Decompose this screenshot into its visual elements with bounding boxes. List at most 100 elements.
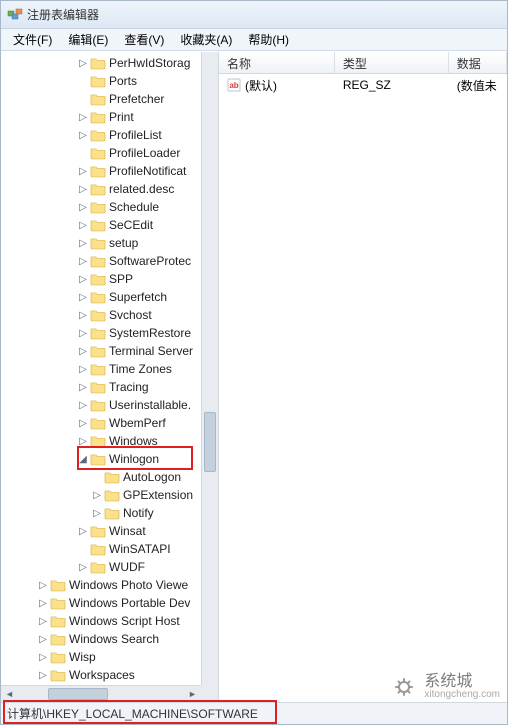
scroll-right-arrow[interactable]: ► — [184, 686, 201, 702]
tree-item[interactable]: ▷ Windows — [1, 432, 201, 450]
expand-icon[interactable]: ▷ — [77, 310, 89, 321]
expand-icon[interactable]: ▷ — [77, 274, 89, 285]
expand-icon[interactable]: ▷ — [77, 256, 89, 267]
menu-file[interactable]: 文件(F) — [5, 29, 60, 50]
expand-icon[interactable]: ▷ — [77, 202, 89, 213]
tree-item[interactable]: ▷Superfetch — [1, 288, 201, 306]
tree-item[interactable]: ▷Windows Script Host — [1, 612, 201, 630]
expand-icon[interactable]: ▷ — [77, 364, 89, 375]
expand-icon[interactable]: ▷ — [37, 580, 49, 591]
expand-icon[interactable]: ▷ — [77, 220, 89, 231]
expand-icon[interactable]: ▷ — [77, 400, 89, 411]
tree-item[interactable]: ▷setup — [1, 234, 201, 252]
value-data-cell: (数值未 — [449, 77, 507, 94]
value-row[interactable]: ab(默认)REG_SZ(数值未 — [219, 76, 507, 94]
expand-icon[interactable]: ▷ — [77, 418, 89, 429]
tree-item[interactable]: ▷Userinstallable. — [1, 396, 201, 414]
expand-icon[interactable]: ▷ — [77, 130, 89, 141]
tree-item[interactable]: ▷Ports — [1, 72, 201, 90]
menu-help[interactable]: 帮助(H) — [240, 29, 297, 50]
tree-item[interactable]: ◢ Winlogon — [1, 450, 201, 468]
tree-item-label: ProfileNotificat — [109, 164, 190, 178]
vertical-scrollbar[interactable] — [201, 52, 218, 685]
tree-item[interactable]: ▷ Winsat — [1, 522, 201, 540]
expand-icon[interactable]: ▷ — [77, 184, 89, 195]
registry-editor-window: 注册表编辑器 文件(F) 编辑(E) 查看(V) 收藏夹(A) 帮助(H) ▷P… — [0, 0, 508, 725]
menu-edit[interactable]: 编辑(E) — [60, 29, 116, 50]
expand-icon[interactable]: ▷ — [77, 562, 89, 573]
tree-item[interactable]: ▷Notify — [1, 504, 201, 522]
tree-item[interactable]: ▷AutoLogon — [1, 468, 201, 486]
expand-icon[interactable]: ▷ — [77, 112, 89, 123]
tree-item[interactable]: ▷Print — [1, 108, 201, 126]
expand-icon[interactable]: ▷ — [77, 382, 89, 393]
tree-item[interactable]: ▷ Windows Photo Viewe — [1, 576, 201, 594]
expand-icon[interactable]: ▷ — [77, 346, 89, 357]
tree-scroll-area[interactable]: ▷PerHwIdStorag▷Ports▷Prefetcher▷Print▷Pr… — [1, 52, 201, 685]
tree-item[interactable]: ▷PerHwIdStorag — [1, 54, 201, 72]
scrollbar-thumb[interactable] — [204, 412, 216, 472]
tree-item-label: Windows Photo Viewe — [69, 578, 192, 592]
statusbar: 计算机\HKEY_LOCAL_MACHINE\SOFTWARE — [1, 702, 507, 724]
tree-item-label: Winlogon — [109, 452, 163, 466]
expand-icon[interactable]: ▷ — [91, 508, 103, 519]
tree-item[interactable]: ▷SoftwareProtec — [1, 252, 201, 270]
expand-icon[interactable]: ▷ — [37, 616, 49, 627]
tree-item[interactable]: ▷Svchost — [1, 306, 201, 324]
tree-item[interactable]: ▷WbemPerf — [1, 414, 201, 432]
expand-icon[interactable]: ▷ — [37, 598, 49, 609]
tree-item[interactable]: ▷WinSATAPI — [1, 540, 201, 558]
tree-item[interactable]: ▷SystemRestore — [1, 324, 201, 342]
value-type-cell: REG_SZ — [335, 78, 449, 92]
expand-icon[interactable]: ▷ — [91, 490, 103, 501]
horizontal-scrollbar[interactable]: ◄ ► — [1, 685, 201, 702]
tree-item-label: Windows — [109, 434, 162, 448]
tree-item[interactable]: ▷Windows Search — [1, 630, 201, 648]
tree-item-label: Wisp — [69, 650, 100, 664]
tree-item[interactable]: ▷ Time Zones — [1, 360, 201, 378]
tree-item[interactable]: ▷SPP — [1, 270, 201, 288]
tree-item-label: related.desc — [109, 182, 178, 196]
scroll-left-arrow[interactable]: ◄ — [1, 686, 18, 702]
collapse-icon[interactable]: ◢ — [77, 454, 89, 465]
tree-item-label: ProfileList — [109, 128, 166, 142]
expand-icon[interactable]: ▷ — [37, 652, 49, 663]
tree-item-label: Winsat — [109, 524, 150, 538]
tree-item[interactable]: ▷Windows Portable Dev — [1, 594, 201, 612]
tree-item[interactable]: ▷Workspaces — [1, 666, 201, 684]
tree-item-label: Schedule — [109, 200, 163, 214]
col-data[interactable]: 数据 — [449, 52, 507, 73]
tree-item-label: Time Zones — [109, 362, 176, 376]
menu-favorites[interactable]: 收藏夹(A) — [172, 29, 240, 50]
tree-item[interactable]: ▷ Wisp — [1, 648, 201, 666]
tree-item[interactable]: ▷ Schedule — [1, 198, 201, 216]
expand-icon[interactable]: ▷ — [77, 58, 89, 69]
menu-view[interactable]: 查看(V) — [116, 29, 172, 50]
col-name[interactable]: 名称 — [219, 52, 335, 73]
expand-icon[interactable]: ▷ — [77, 436, 89, 447]
expand-icon[interactable]: ▷ — [77, 292, 89, 303]
tree-item[interactable]: ▷ProfileLoader — [1, 144, 201, 162]
expand-icon[interactable]: ▷ — [77, 526, 89, 537]
expand-icon[interactable]: ▷ — [77, 328, 89, 339]
tree-item[interactable]: ▷ ProfileList — [1, 126, 201, 144]
values-list[interactable]: ab(默认)REG_SZ(数值未 — [219, 74, 507, 96]
tree-item[interactable]: ▷Prefetcher — [1, 90, 201, 108]
tree-item[interactable]: ▷GPExtension — [1, 486, 201, 504]
tree-item[interactable]: ▷ ProfileNotificat — [1, 162, 201, 180]
expand-icon[interactable]: ▷ — [37, 634, 49, 645]
hscroll-thumb[interactable] — [48, 688, 108, 700]
expand-icon[interactable]: ▷ — [77, 166, 89, 177]
expand-icon[interactable]: ▷ — [37, 670, 49, 681]
tree-item[interactable]: ▷WUDF — [1, 558, 201, 576]
tree-item[interactable]: ▷ related.desc — [1, 180, 201, 198]
menubar: 文件(F) 编辑(E) 查看(V) 收藏夹(A) 帮助(H) — [1, 29, 507, 51]
hscroll-track[interactable] — [18, 686, 184, 702]
tree-item[interactable]: ▷Terminal Server — [1, 342, 201, 360]
expand-icon[interactable]: ▷ — [77, 238, 89, 249]
values-pane: 名称 类型 数据 ab(默认)REG_SZ(数值未 — [219, 52, 507, 702]
tree-item[interactable]: ▷Tracing — [1, 378, 201, 396]
tree-item[interactable]: ▷SeCEdit — [1, 216, 201, 234]
col-type[interactable]: 类型 — [335, 52, 449, 73]
titlebar[interactable]: 注册表编辑器 — [1, 1, 507, 29]
